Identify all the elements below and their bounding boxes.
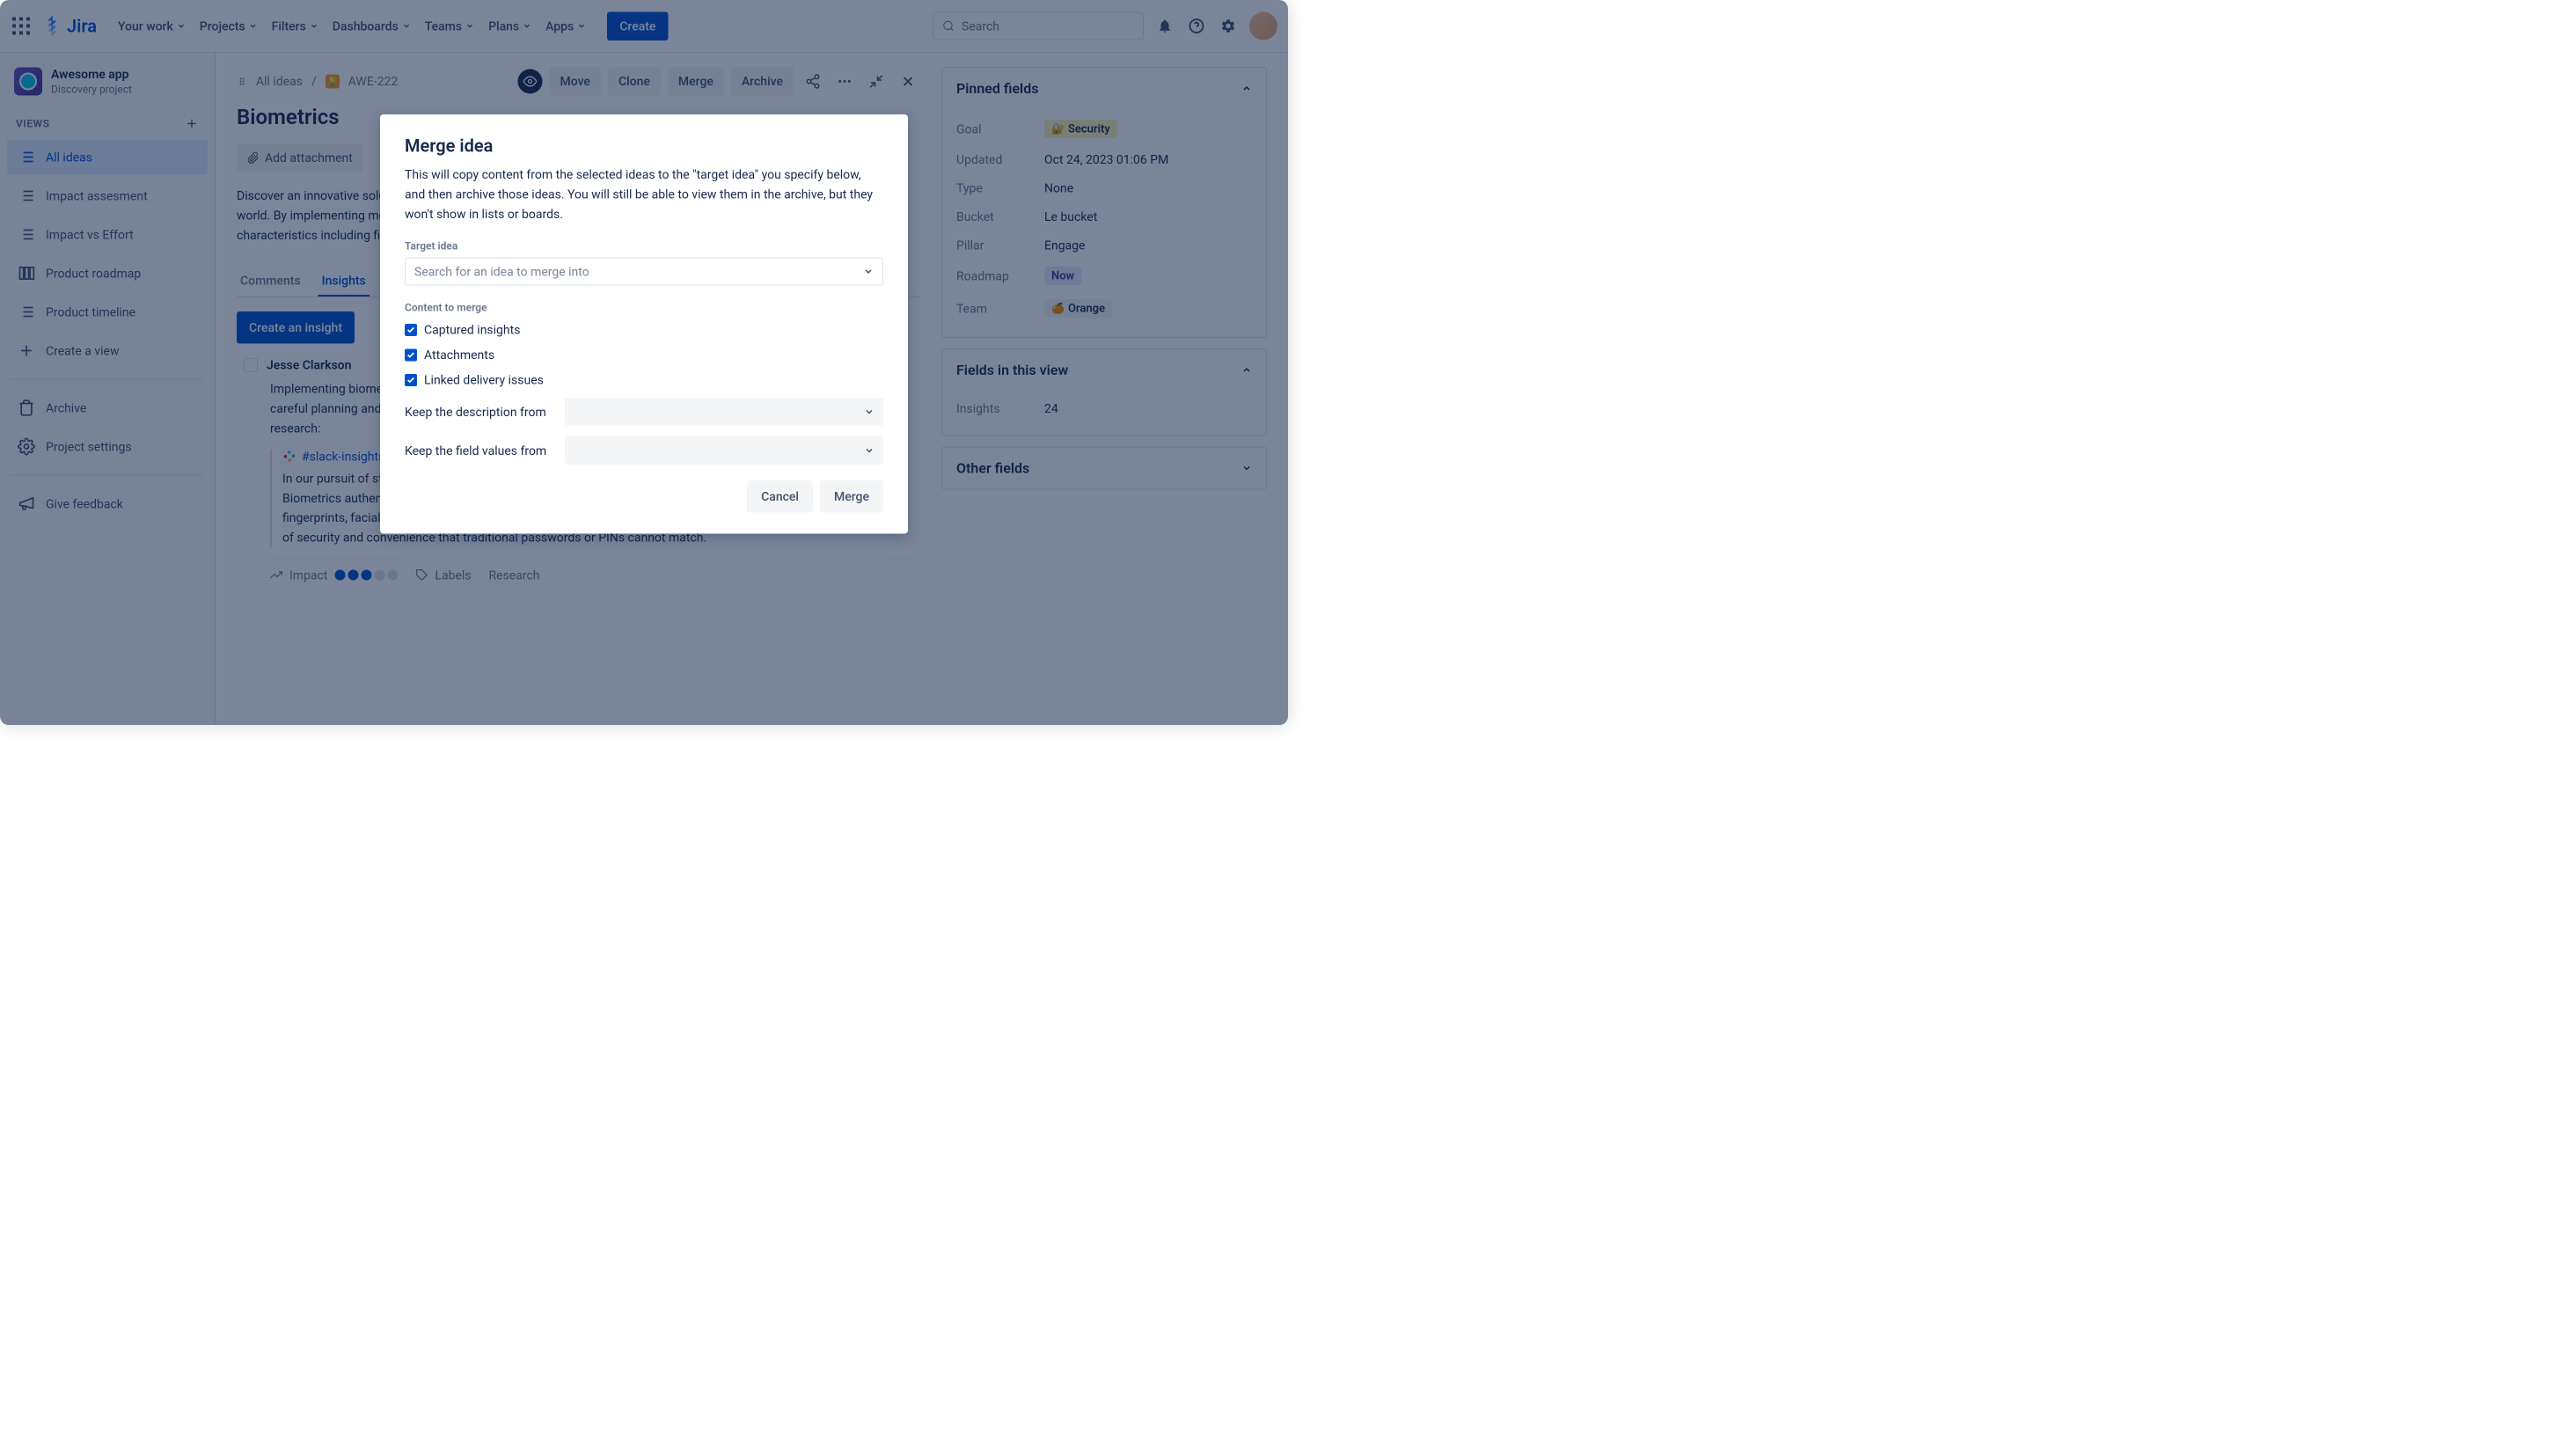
cancel-button[interactable]: Cancel [747,480,813,513]
target-idea-label: Target idea [405,240,883,253]
content-to-merge-label: Content to merge [405,302,883,314]
keep-fields-select[interactable] [565,436,883,465]
attachments-checkbox[interactable] [405,348,417,361]
keep-description-label: Keep the description from [405,405,554,420]
captured-insights-checkbox[interactable] [405,324,417,336]
merge-idea-modal: Merge idea This will copy content from t… [380,114,908,534]
linked-issues-checkbox[interactable] [405,374,417,386]
merge-confirm-button[interactable]: Merge [820,480,883,513]
modal-overlay[interactable]: Merge idea This will copy content from t… [0,0,1288,725]
keep-fields-label: Keep the field values from [405,443,554,458]
keep-description-select[interactable] [565,398,883,426]
chevron-down-icon [864,406,875,417]
modal-title: Merge idea [405,135,883,157]
chevron-down-icon [863,267,874,277]
target-idea-select[interactable]: Search for an idea to merge into [405,258,883,286]
modal-description: This will copy content from the selected… [405,165,883,224]
chevron-down-icon [864,445,875,456]
